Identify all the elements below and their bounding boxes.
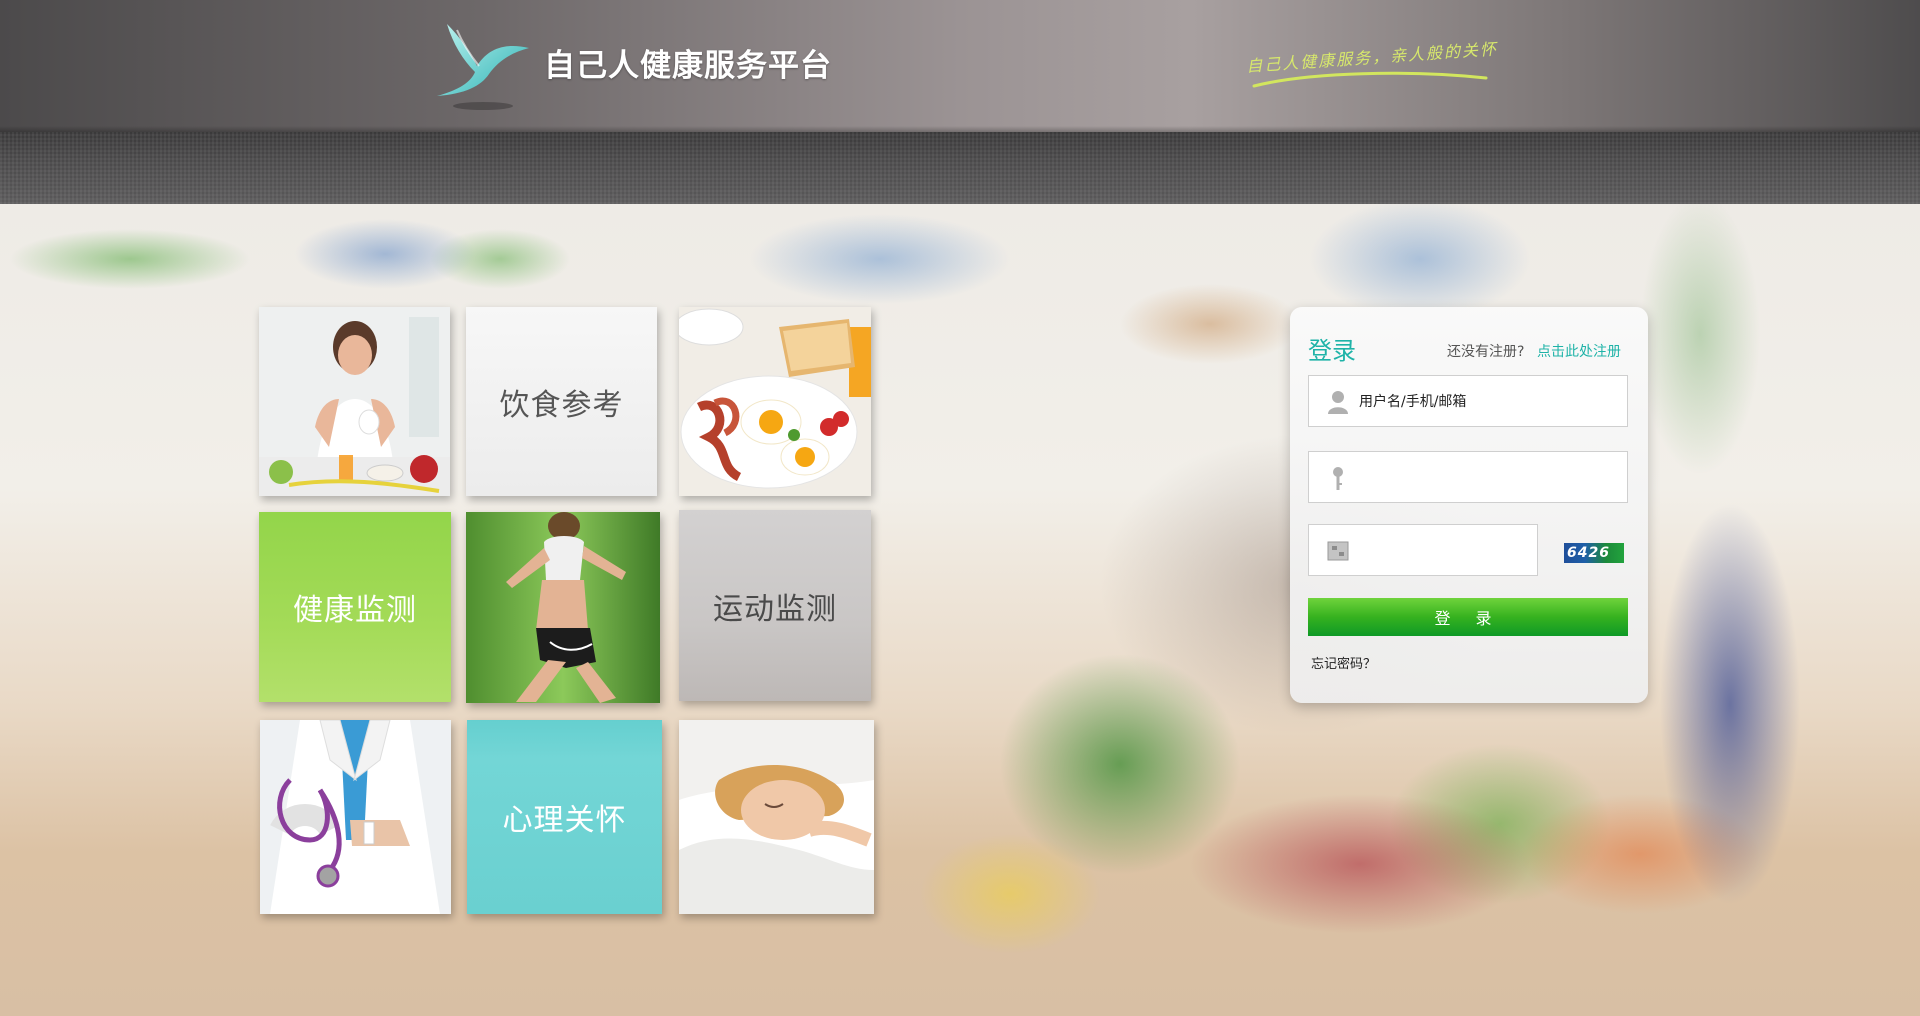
password-input[interactable] <box>1357 452 1621 504</box>
health-monitoring-tile[interactable]: 健康监测 <box>259 512 451 702</box>
woman-eating-illustration <box>259 307 450 496</box>
login-title: 登录 <box>1308 337 1356 365</box>
breakfast-plate-image[interactable] <box>679 307 871 496</box>
health-monitoring-label: 健康监测 <box>293 593 417 628</box>
exercise-monitoring-tile[interactable]: 运动监测 <box>679 510 871 701</box>
slogan-underline <box>1252 71 1488 88</box>
username-input[interactable] <box>1357 376 1621 428</box>
username-field[interactable] <box>1308 375 1628 428</box>
captcha-input[interactable] <box>1357 525 1531 577</box>
register-prompt: 还没有注册? <box>1447 344 1525 360</box>
woman-eating-image[interactable] <box>259 307 450 496</box>
diet-reference-tile[interactable]: 饮食参考 <box>466 307 657 496</box>
exercise-monitoring-label: 运动监测 <box>713 591 837 627</box>
password-field[interactable] <box>1308 451 1628 504</box>
breakfast-illustration <box>679 307 871 496</box>
dove-icon[interactable] <box>433 20 531 112</box>
user-icon <box>1328 391 1348 414</box>
captcha-field[interactable] <box>1308 524 1538 577</box>
site-header: 自己人健康服务平台 自己人健康服务，亲人般的关怀 <box>0 0 1920 132</box>
header-stripe-bar <box>0 132 1920 208</box>
doctor-stethoscope-image[interactable] <box>260 720 451 914</box>
diet-reference-label: 饮食参考 <box>499 387 624 423</box>
brand-title: 自己人健康服务平台 <box>544 48 832 84</box>
psychological-care-tile[interactable]: 心理关怀 <box>467 720 662 914</box>
captcha-icon <box>1327 541 1349 561</box>
psychological-care-label: 心理关怀 <box>502 803 627 838</box>
forgot-password-link[interactable]: 忘记密码？ <box>1311 653 1376 672</box>
woman-running-image[interactable] <box>466 512 660 703</box>
login-button[interactable]: 登 录 <box>1308 598 1628 636</box>
sleeping-illustration <box>679 720 874 914</box>
login-card: 登录 还没有注册? 点击此处注册 6426 登 录 忘记密码？ <box>1290 307 1648 703</box>
woman-sleeping-image[interactable] <box>679 720 874 914</box>
captcha-image[interactable]: 6426 <box>1564 543 1624 563</box>
doctor-illustration <box>260 720 451 914</box>
key-icon <box>1333 467 1343 490</box>
register-link[interactable]: 点击此处注册 <box>1537 341 1621 361</box>
running-illustration <box>466 512 660 703</box>
